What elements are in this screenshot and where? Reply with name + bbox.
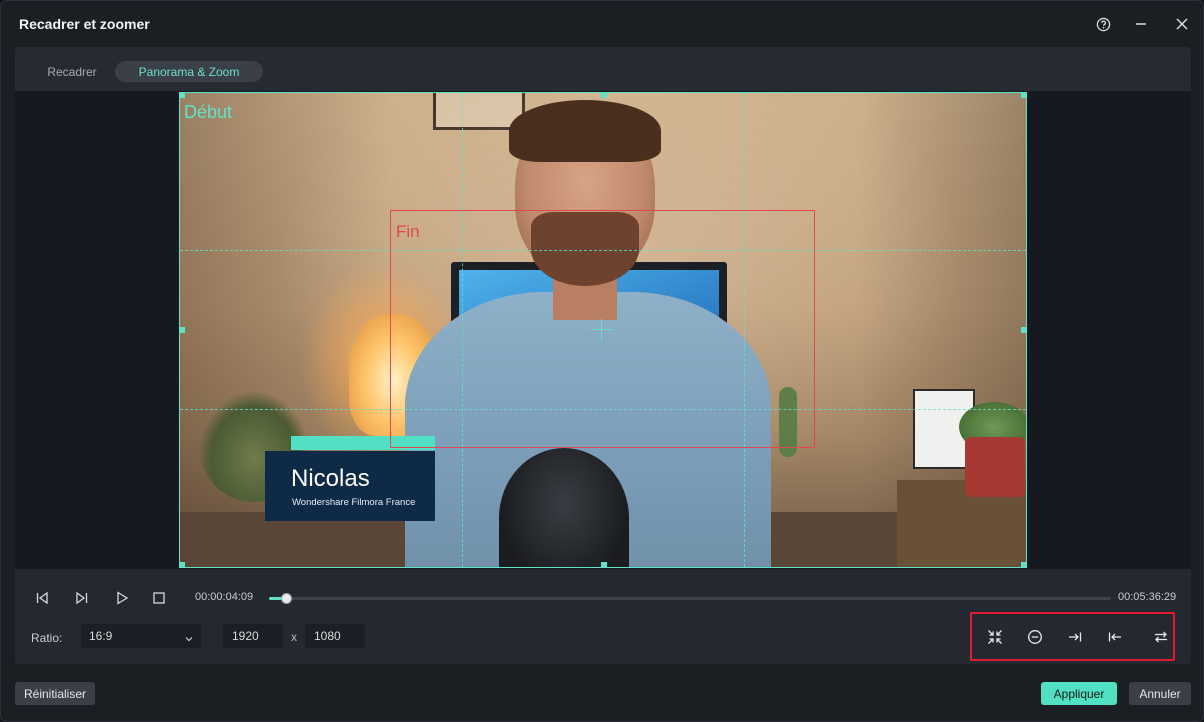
current-time: 00:00:04:09 [195,591,254,603]
dialog-title: Recadrer et zoomer [19,16,150,32]
play-icon[interactable] [111,587,133,609]
tab-recadrer[interactable]: Recadrer [37,61,107,82]
resize-handle[interactable] [601,562,607,568]
resize-handle[interactable] [1021,562,1027,568]
dialog-footer: Réinitialiser Appliquer Annuler [1,664,1203,721]
timeline-slider[interactable] [269,593,1111,604]
close-icon[interactable] [1171,13,1193,35]
cancel-button[interactable]: Annuler [1129,682,1191,705]
ratio-dropdown[interactable]: 16:9 [81,624,201,648]
frame-tools-group [970,612,1175,661]
resize-handle[interactable] [601,92,607,98]
previous-frame-icon[interactable] [31,587,53,609]
stop-icon[interactable] [148,587,170,609]
playback-controls: 00:00:04:09 00:05:36:29 Ratio: 16:9 1920… [15,569,1191,664]
width-field[interactable]: 1920 [223,624,283,648]
start-frame-label: Début [184,102,233,122]
match-end-to-start-icon[interactable] [1064,626,1086,648]
apply-button[interactable]: Appliquer [1041,682,1117,705]
end-frame-box[interactable]: Fin [390,210,815,448]
reset-button[interactable]: Réinitialiser [15,682,95,705]
match-start-to-end-icon[interactable] [1104,626,1126,648]
swap-start-end-icon[interactable] [1150,626,1172,648]
total-time: 00:05:36:29 [1118,591,1177,603]
resize-handle[interactable] [179,92,185,98]
preview-stage: Nicolas Wondershare Filmora France Début [15,91,1191,569]
dimension-separator: x [291,630,297,644]
title-bar: Recadrer et zoomer [1,1,1203,47]
ratio-label: Ratio: [31,631,63,645]
tab-bar: Recadrer Panorama & Zoom [15,47,1191,91]
center-crosshair [591,329,613,330]
resize-handle[interactable] [179,562,185,568]
tab-panorama-zoom[interactable]: Panorama & Zoom [115,61,263,82]
playhead-handle[interactable] [280,593,292,604]
end-frame-label: Fin [396,222,420,241]
resize-handle[interactable] [1021,327,1027,333]
resize-handle[interactable] [179,327,185,333]
fit-to-screen-icon[interactable] [984,626,1006,648]
minimize-icon[interactable] [1130,13,1152,35]
editor-panel: Recadrer Panorama & Zoom Nicolas Wonders… [15,47,1191,664]
chevron-down-icon [185,632,193,642]
crop-zoom-dialog: Recadrer et zoomer Recadrer Panorama & Z… [0,0,1204,722]
ratio-value: 16:9 [89,629,113,643]
resize-handle[interactable] [1021,92,1027,98]
height-field[interactable]: 1080 [305,624,365,648]
help-icon[interactable] [1092,13,1114,35]
zoom-out-icon[interactable] [1024,626,1046,648]
next-frame-icon[interactable] [71,587,93,609]
